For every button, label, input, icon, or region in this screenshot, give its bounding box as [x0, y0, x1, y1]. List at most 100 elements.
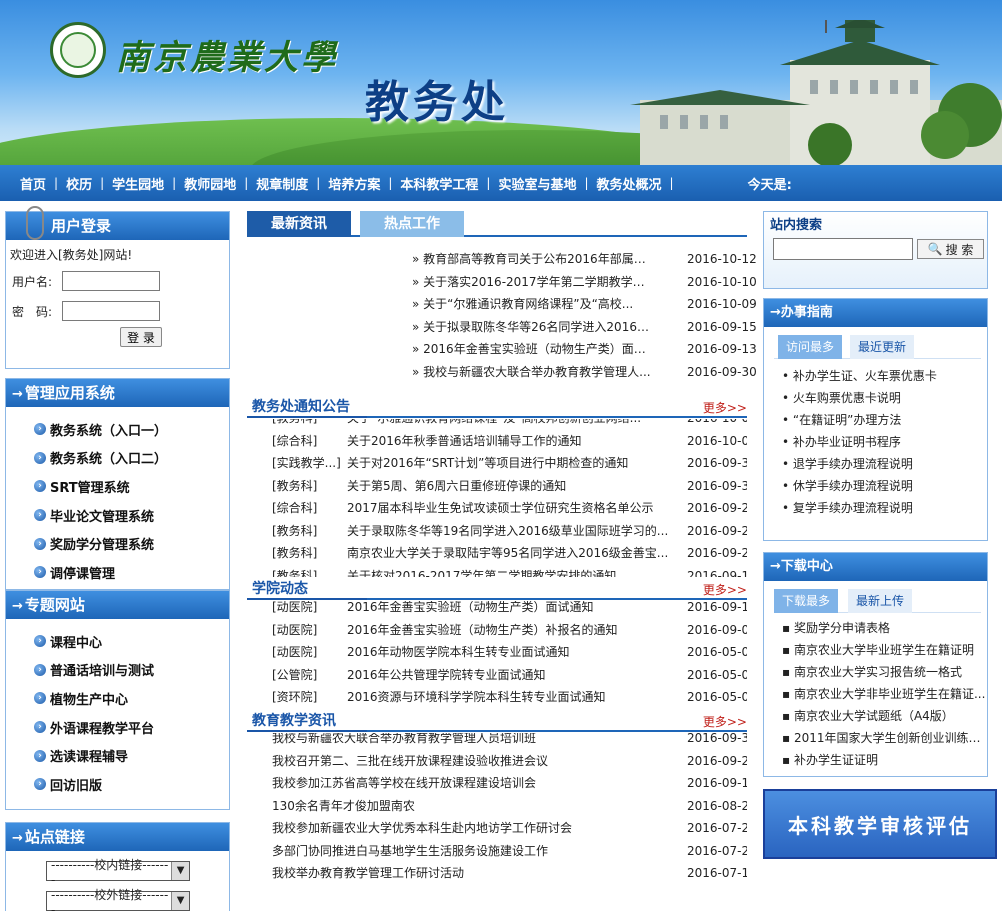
- site-link-old-version[interactable]: › 回访旧版: [6, 770, 229, 799]
- notice-more-link[interactable]: 更多>>: [703, 399, 747, 416]
- arrow-circle-icon: ›: [34, 566, 46, 579]
- password-label: 密 码:: [12, 304, 53, 319]
- header-banner: 南京農業大學 教务处: [0, 0, 1002, 165]
- site-link-foreign-language[interactable]: › 外语课程教学平台: [6, 713, 229, 742]
- table-row[interactable]: [动医院]2016年金善宝实验班（动物生产类）面试通知2016-09-13: [247, 601, 747, 619]
- list-item[interactable]: • 复学手续办理流程说明: [764, 497, 987, 519]
- list-item[interactable]: • “在籍证明”办理方法: [764, 409, 987, 431]
- list-item[interactable]: ▪ 南京农业大学毕业班学生在籍证明: [764, 639, 987, 661]
- notice-title: 教务处通知公告: [252, 399, 350, 415]
- teaching-evaluation-banner[interactable]: 本科教学审核评估: [763, 789, 997, 859]
- external-links-select[interactable]: ----------校外链接------- ▼: [46, 888, 190, 911]
- sys-link-srt[interactable]: › SRT管理系统: [6, 472, 229, 501]
- tab-most-visited[interactable]: 访问最多: [778, 335, 843, 359]
- list-item[interactable]: » 关于“尔雅通识教育网络课程”及“高校... 2016-10-09: [247, 293, 757, 316]
- table-row[interactable]: 我校参加江苏省高等学校在线开放课程建设培训会2016-09-12: [247, 772, 747, 795]
- arrow-circle-icon: ›: [34, 480, 46, 493]
- login-button[interactable]: 登 录: [120, 327, 162, 347]
- list-item[interactable]: • 退学手续办理流程说明: [764, 453, 987, 475]
- table-row[interactable]: [动医院]2016年动物医学院本科生转专业面试通知2016-05-09: [247, 641, 747, 664]
- sys-link-class-adjust[interactable]: › 调停课管理: [6, 558, 229, 587]
- table-row[interactable]: [公管院]2016年公共管理学院转专业面试通知2016-05-06: [247, 664, 747, 687]
- tab-recently-updated[interactable]: 最近更新: [850, 335, 915, 359]
- password-input[interactable]: [62, 301, 160, 321]
- nav-teachers[interactable]: 教师园地: [176, 174, 244, 193]
- nav-students[interactable]: 学生园地: [104, 174, 172, 193]
- nav-labs[interactable]: 实验室与基地: [490, 174, 584, 193]
- sys-link-academic-2[interactable]: › 教务系统（入口二）: [6, 444, 229, 473]
- table-row[interactable]: [教务科]关于第5周、第6周六日重修班停课的通知2016-09-30: [247, 475, 747, 498]
- table-row[interactable]: 我校召开第二、三批在线开放课程建设验收推进会议2016-09-20: [247, 750, 747, 773]
- today-date-label: 今天是:: [747, 177, 792, 193]
- tab-hot-work[interactable]: 热点工作: [360, 211, 464, 237]
- nav-overview[interactable]: 教务处概况: [589, 174, 670, 193]
- table-row[interactable]: [教务科] 关于录取陈冬华等19名同学进入2016级草业国际班学习的... 2016…: [247, 520, 747, 543]
- edu-more-link[interactable]: 更多>>: [703, 713, 747, 730]
- list-item[interactable]: » 关于落实2016-2017学年第二学期教学任... 2016-10-10: [247, 271, 757, 294]
- links-title: 站点链接: [24, 828, 85, 846]
- department-title: 教务处: [365, 77, 509, 128]
- username-input[interactable]: [62, 271, 160, 291]
- list-item[interactable]: • 补办学生证、火车票优惠卡: [764, 365, 987, 387]
- nav-home[interactable]: 首页: [12, 174, 54, 193]
- table-row[interactable]: [动医院]2016年金善宝实验班（动物生产类）补报名的通知2016-09-05: [247, 619, 747, 642]
- nav-calendar[interactable]: 校历: [58, 174, 100, 193]
- list-item[interactable]: ▪ 南京农业大学试题纸（A4版）: [764, 705, 987, 727]
- table-row[interactable]: 我校与新疆农大联合举办教育教学管理人员培训班2016-09-30: [247, 733, 747, 750]
- chevron-down-icon: ▼: [171, 862, 189, 880]
- nav-training-plans[interactable]: 培养方案: [320, 174, 388, 193]
- sys-link-academic-1[interactable]: › 教务系统（入口一）: [6, 415, 229, 444]
- table-row[interactable]: [教务科]关于“尔雅通识教育网络课程”及“高校邦创新创业网络...2016-10…: [247, 419, 747, 430]
- table-row[interactable]: 多部门协同推进白马基地学生生活服务设施建设工作2016-07-21: [247, 840, 747, 863]
- arrow-circle-icon: ›: [34, 509, 46, 522]
- list-item[interactable]: ▪ 2011年国家大学生创新创业训练计...: [764, 727, 987, 749]
- site-link-elective-tutoring[interactable]: › 选读课程辅导: [6, 741, 229, 770]
- list-item[interactable]: » 教育部高等教育司关于公布2016年部属高... 2016-10-12: [247, 248, 757, 271]
- list-item[interactable]: » 2016年金善宝实验班（动物生产类）面试... 2016-09-13: [247, 338, 757, 361]
- search-input[interactable]: [773, 238, 913, 260]
- list-item[interactable]: ▪ 奖励学分申请表格: [764, 617, 987, 639]
- table-row[interactable]: [综合科]关于2016年秋季普通话培训辅导工作的通知2016-10-08: [247, 430, 747, 453]
- tab-newest-upload[interactable]: 最新上传: [848, 589, 913, 613]
- college-more-link[interactable]: 更多>>: [703, 581, 747, 598]
- search-icon: 🔍: [927, 242, 943, 256]
- login-welcome: 欢迎进入[教务处]网站!: [10, 248, 133, 262]
- table-row[interactable]: [综合科] 2017届本科毕业生免试攻读硕士学位研究生资格名单公示 2016-09-…: [247, 497, 747, 520]
- list-item[interactable]: • 休学手续办理流程说明: [764, 475, 987, 497]
- arrow-circle-icon: ›: [34, 537, 46, 550]
- table-row[interactable]: [教务科] 关于核对2016-2017学年第二学期教学安排的通知 2016-09-1…: [247, 565, 747, 578]
- list-item[interactable]: ▪ 补办学生证证明: [764, 749, 987, 771]
- nav-regulations[interactable]: 规章制度: [248, 174, 316, 193]
- list-item[interactable]: • 补办毕业证明书程序: [764, 431, 987, 453]
- notice-scroll-list[interactable]: [教务科]关于“尔雅通识教育网络课程”及“高校邦创新创业网络...2016-10…: [247, 419, 747, 577]
- campus-links-select[interactable]: ----------校内链接------- ▼: [46, 858, 190, 887]
- campus-building-image: [630, 20, 1002, 165]
- sys-link-thesis[interactable]: › 毕业论文管理系统: [6, 501, 229, 530]
- tab-most-downloaded[interactable]: 下载最多: [774, 589, 839, 613]
- list-item[interactable]: ▪ 南京农业大学实习报告统一格式: [764, 661, 987, 683]
- site-link-plant-production[interactable]: › 植物生产中心: [6, 684, 229, 713]
- table-row[interactable]: [教务科] 南京农业大学关于录取陆宇等95名同学进入2016级金善宝... 2016…: [247, 542, 747, 565]
- site-link-course-center[interactable]: › 课程中心: [6, 627, 229, 656]
- site-links-panel: → 站点链接 ----------校内链接------- ▼ ----------校…: [5, 822, 230, 911]
- college-scroll-list[interactable]: [动医院]2016年金善宝实验班（动物生产类）面试通知2016-09-13 [动…: [247, 601, 747, 707]
- table-row[interactable]: 我校举办教育教学管理工作研讨活动2016-07-11: [247, 862, 747, 883]
- table-row[interactable]: [资环院]2016资源与环境科学学院本科生转专业面试通知2016-05-06: [247, 686, 747, 707]
- tab-latest-news[interactable]: 最新资讯: [247, 211, 351, 237]
- table-row[interactable]: 我校参加新疆农业大学优秀本科生赴内地访学工作研讨会2016-07-22: [247, 817, 747, 840]
- table-row[interactable]: [实践教学...] 关于对2016年“SRT计划”等项目进行中期检查的通知 2016…: [247, 452, 747, 475]
- site-link-mandarin[interactable]: › 普通话培训与测试: [6, 656, 229, 685]
- search-button[interactable]: 🔍 搜 索: [917, 239, 984, 259]
- list-item[interactable]: » 关于拟录取陈冬华等26名同学进入2016级... 2016-09-15: [247, 316, 757, 339]
- list-item[interactable]: » 我校与新疆农大联合举办教育教学管理人... 2016-09-30: [247, 361, 757, 384]
- latest-news-list: » 教育部高等教育司关于公布2016年部属高... 2016-10-12 » 关于…: [247, 248, 757, 384]
- sys-link-credits[interactable]: › 奖励学分管理系统: [6, 529, 229, 558]
- edu-scroll-list[interactable]: 我校与新疆农大联合举办教育教学管理人员培训班2016-09-30 我校召开第二、…: [247, 733, 747, 883]
- list-item[interactable]: ▪ 南京农业大学非毕业班学生在籍证...: [764, 683, 987, 705]
- news-tabs: 最新资讯 热点工作: [247, 211, 747, 237]
- list-item[interactable]: • 火车购票优惠卡说明: [764, 387, 987, 409]
- service-guide-panel: →办事指南 访问最多 最近更新 • 补办学生证、火车票优惠卡 • 火车购票优惠卡…: [763, 298, 988, 541]
- university-seal-logo[interactable]: [50, 22, 106, 78]
- nav-teaching-project[interactable]: 本科教学工程: [392, 174, 486, 193]
- table-row[interactable]: 130余名青年才俊加盟南农2016-08-24: [247, 795, 747, 818]
